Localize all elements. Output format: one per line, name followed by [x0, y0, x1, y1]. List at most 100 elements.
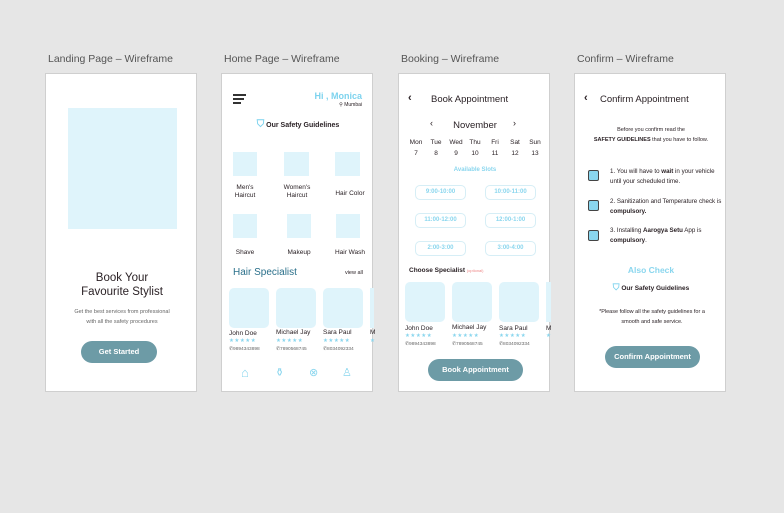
service-label[interactable]: Hair Color [328, 190, 372, 198]
guideline-item: 3. Installing Aarogya Setu App is compul… [610, 227, 702, 244]
rating-stars: ★★★★★ [276, 338, 304, 344]
page-title: Confirm Appointment [600, 94, 689, 105]
home-icon[interactable]: ⌂ [241, 365, 249, 380]
day-item[interactable]: Tue 8 [426, 137, 446, 159]
day-item[interactable]: Mon 7 [406, 137, 426, 159]
rating-stars: ★★★★★ [499, 333, 527, 339]
specialist-name: Michael Jay [452, 324, 487, 331]
specialist-photo[interactable] [276, 288, 316, 328]
landing-subtitle-2: with all the safety procedures [86, 319, 158, 325]
also-check-title: Also Check [627, 265, 675, 275]
specialist-photo[interactable] [499, 282, 539, 322]
section-title: Hair Specialist [233, 267, 297, 278]
shield-check-icon: ⛉ [256, 119, 265, 130]
service-image[interactable] [233, 214, 257, 238]
time-slot[interactable]: 10:00-11:00 [485, 185, 536, 200]
day-item[interactable]: Sun 13 [525, 137, 545, 159]
frame-title-booking: Booking – Wireframe [401, 53, 500, 65]
booking-frame: ‹ Book Appointment ‹ November › Mon 7 Tue… [398, 73, 552, 392]
rating-stars: ★★★★★ [405, 333, 433, 339]
specialist-name: M [546, 325, 552, 332]
view-all-link[interactable]: view all [345, 270, 363, 276]
rating-stars: ★ [546, 333, 552, 339]
specialist-photo[interactable] [405, 282, 445, 322]
service-label[interactable]: Hair Wash [328, 249, 372, 257]
specialist-name: John Doe [405, 325, 433, 332]
frame-title-confirm: Confirm – Wireframe [577, 53, 674, 65]
specialist-name: Sara Paul [323, 329, 352, 336]
time-slot[interactable]: 3:00-4:00 [485, 241, 536, 256]
specialist-phone: ✆7890568745 [276, 347, 307, 352]
service-image[interactable] [335, 152, 360, 176]
guideline-item: 2. Sanitization and Temperature check is… [610, 198, 722, 215]
location: ⚲ Mumbai [339, 102, 362, 108]
greeting: Hi , Monica [314, 91, 362, 101]
specialist-phone: ✆8034092334 [499, 342, 530, 347]
hamburger-menu-icon[interactable] [233, 94, 246, 104]
specialist-photo[interactable] [323, 288, 363, 328]
back-arrow-icon[interactable]: ‹ [408, 92, 412, 104]
rating-stars: ★ [370, 338, 376, 344]
service-image[interactable] [287, 214, 311, 238]
time-slot[interactable]: 11:00-12:00 [415, 213, 466, 228]
specialist-name: M [370, 329, 376, 336]
safety-guidelines-link[interactable]: ⛉ Our Safety Guidelines [575, 282, 727, 293]
checkbox[interactable] [588, 200, 599, 211]
day-item[interactable]: Fri 11 [485, 137, 505, 159]
specialist-phone: ✆9894343898 [405, 342, 436, 347]
checkbox[interactable] [588, 170, 599, 181]
offers-icon[interactable]: ⊗ [309, 366, 318, 379]
rating-stars: ★★★★★ [323, 338, 351, 344]
time-slot[interactable]: 2:00-3:00 [415, 241, 466, 256]
specialist-phone: ✆9894343898 [229, 347, 260, 352]
landing-title-1: Book Your [95, 272, 149, 284]
time-slot[interactable]: 9:00-10:00 [415, 185, 466, 200]
specialist-name: Sara Paul [499, 325, 528, 332]
home-frame: Hi , Monica ⚲ Mumbai ⛉ Our Safety Guidel… [221, 73, 376, 392]
month-label: November [453, 120, 497, 131]
choose-specialist-label: Choose Specialist (optional) [409, 267, 484, 274]
service-label[interactable]: Men's Haircut [226, 184, 264, 200]
landing-title-2: Favourite Stylist [81, 286, 163, 298]
specialist-photo[interactable] [452, 282, 492, 322]
specialist-photo[interactable] [370, 288, 374, 328]
safety-note: *Please follow all the safety guidelines… [599, 309, 705, 325]
products-icon[interactable]: ⚱ [275, 366, 284, 379]
hero-image-placeholder [68, 108, 177, 229]
service-image[interactable] [336, 214, 360, 238]
confirm-frame: ‹ Confirm Appointment Before you confirm… [574, 73, 726, 392]
specialist-photo[interactable] [546, 282, 551, 322]
service-label[interactable]: Shave [226, 249, 264, 257]
back-arrow-icon[interactable]: ‹ [584, 92, 588, 104]
landing-subtitle-1: Get the best services from professional [74, 309, 170, 315]
specialist-photo[interactable] [229, 288, 269, 328]
profile-icon[interactable]: ♙ [342, 366, 352, 379]
day-item[interactable]: Thu 10 [465, 137, 485, 159]
next-month-icon[interactable]: › [513, 118, 516, 128]
frame-title-home: Home Page – Wireframe [224, 53, 340, 65]
shield-check-icon: ⛉ [612, 282, 620, 292]
book-appointment-button[interactable]: Book Appointment [428, 359, 523, 381]
specialist-phone: ✆8034092334 [323, 347, 354, 352]
day-item[interactable]: Wed 9 [446, 137, 466, 159]
time-slot[interactable]: 12:00-1:00 [485, 213, 536, 228]
get-started-button[interactable]: Get Started [81, 341, 157, 363]
safety-guidelines-link[interactable]: ⛉ Our Safety Guidelines [222, 119, 374, 130]
checkbox[interactable] [588, 230, 599, 241]
available-slots-title: Available Slots [453, 167, 497, 173]
frame-title-landing: Landing Page – Wireframe [48, 53, 173, 65]
landing-frame: Book Your Favourite Stylist Get the best… [45, 73, 197, 392]
service-label[interactable]: Women's Haircut [276, 184, 318, 200]
service-label[interactable]: Makeup [278, 249, 320, 257]
guideline-item: 1. You will have to wait in your vehicle… [610, 168, 715, 185]
specialist-phone: ✆7890568745 [452, 342, 483, 347]
rating-stars: ★★★★★ [229, 338, 257, 344]
service-image[interactable] [233, 152, 257, 176]
specialist-name: John Doe [229, 330, 257, 337]
service-image[interactable] [284, 152, 309, 176]
specialist-name: Michael Jay [276, 329, 311, 336]
confirm-appointment-button[interactable]: Confirm Appointment [605, 346, 700, 368]
page-title: Book Appointment [431, 94, 509, 105]
rating-stars: ★★★★★ [452, 333, 480, 339]
day-item[interactable]: Sat 12 [505, 137, 525, 159]
